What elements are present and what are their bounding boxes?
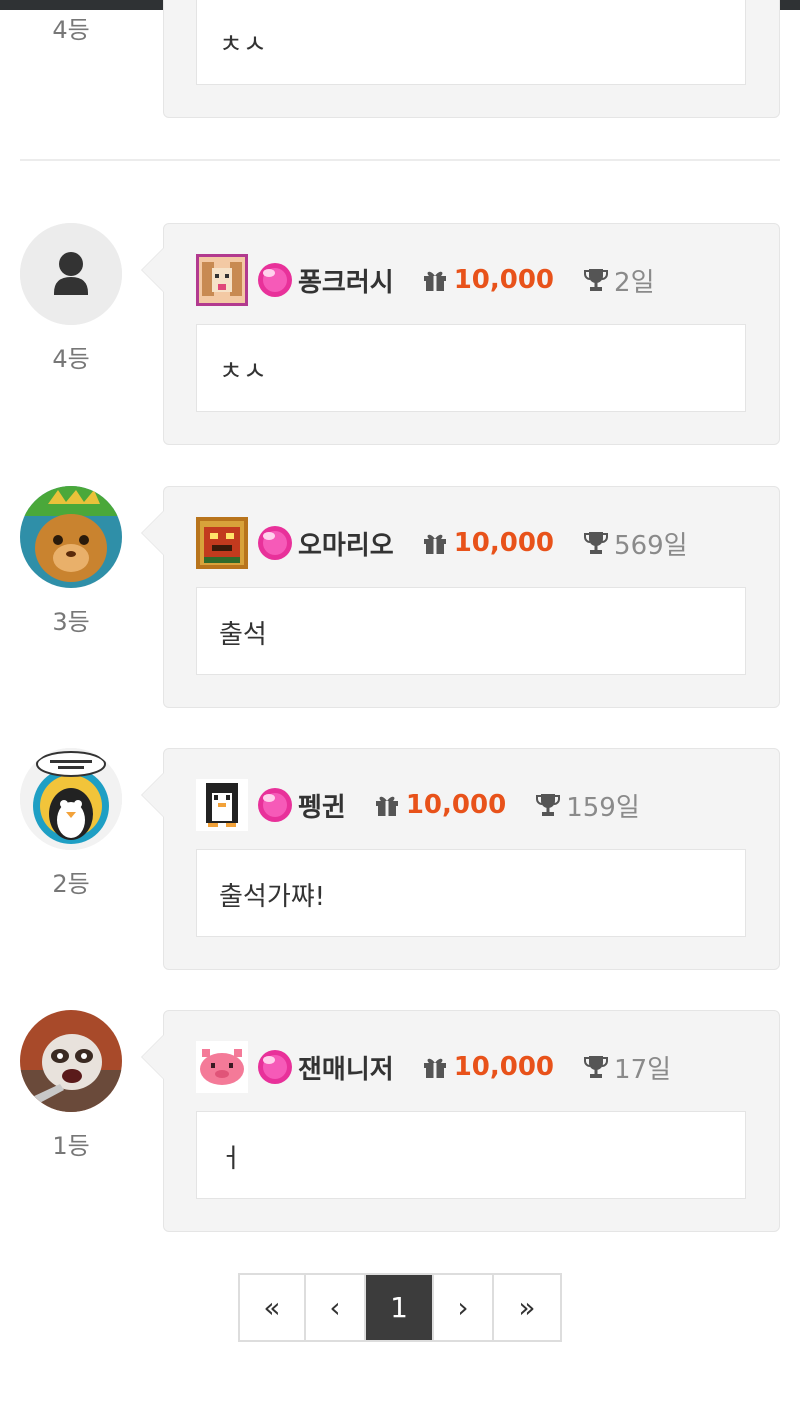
attendance-group: 159일 [534,787,640,824]
comment-text: ㅊㅅ [219,357,267,387]
comment-entry: 2등 펭귄 10,000 159일 출석가쨔! [0,748,800,970]
comment-header: 퐁크러시 10,000 2일 [196,254,655,306]
section-divider [20,159,780,161]
pink-gem-icon [258,1050,292,1084]
avatar-cat-photo [20,486,122,588]
attendance-group: 569일 [582,525,688,562]
pink-gem-icon [258,526,292,560]
attendance-days: 159일 [566,792,640,823]
comment-message-box: ㅊㅅ [196,324,746,412]
nickname[interactable]: 펭귄 [298,787,346,824]
points-group: 10,000 [422,1052,554,1082]
attendance-days: 2일 [614,267,655,298]
comment-message-box: 출석 [196,587,746,675]
pink-gem-icon [258,788,292,822]
page-1-button[interactable]: 1 [366,1275,434,1340]
gift-icon [423,534,446,554]
trophy-icon [584,532,609,554]
comment-text: 출석가쨔! [219,882,326,912]
points-group: 10,000 [374,790,506,820]
trophy-icon [536,794,561,816]
level-icon-dog [196,254,248,306]
gift-icon [423,271,446,291]
trophy-icon [584,1056,609,1078]
comment-message-box: ㅊㅅ [196,0,746,85]
points-group: 10,000 [422,528,554,558]
first-page-button[interactable]: « [240,1275,306,1340]
level-icon-penguin [196,779,248,831]
comment-header: 오마리오 10,000 569일 [196,517,688,569]
nickname[interactable]: 잰매니저 [298,1049,394,1086]
comment-message-box: ㅓ [196,1111,746,1199]
next-page-button[interactable]: › [434,1275,494,1340]
comment-entry: 3등 오마리오 10,000 569일 출석 [0,486,800,708]
avatar[interactable] [20,748,122,850]
comment-card: 잰매니저 10,000 17일 ㅓ [141,1010,780,1232]
nickname[interactable]: 퐁크러시 [298,262,394,299]
comment-text: 출석 [219,620,267,650]
points-amount: 10,000 [405,790,507,820]
attendance-group: 2일 [582,262,655,299]
attendance-days: 569일 [614,530,688,561]
comment-header: 펭귄 10,000 159일 [196,779,640,831]
points-amount: 10,000 [453,1052,555,1082]
comment-card: 퐁크러시 10,000 2일 ㅊㅅ [141,223,780,445]
comment-entry: 4등 퐁크러시 10,000 2일 ㅊㅅ [0,223,800,445]
level-icon-tiger [196,517,248,569]
points-amount: 10,000 [453,265,555,295]
rank-label: 4등 [52,345,90,373]
rank-label: 2등 [52,870,90,898]
comment-header: 잰매니저 10,000 17일 [196,1041,671,1093]
pagination: « ‹ 1 › » [238,1273,562,1342]
comment-text: ㅊㅅ [219,30,267,60]
last-page-button[interactable]: » [494,1275,560,1340]
avatar-raccoon-photo [20,1010,122,1112]
points-amount: 10,000 [453,528,555,558]
pink-gem-icon [258,263,292,297]
rank-label: 4등 [52,16,90,44]
comment-entry: 1등 잰매니저 10,000 17일 ㅓ [0,1010,800,1232]
avatar-penguin-icon [20,748,122,850]
gift-icon [423,1058,446,1078]
attendance-group: 17일 [582,1049,671,1086]
person-placeholder-icon [20,223,122,325]
trophy-icon [584,269,609,291]
rank-label: 1등 [52,1132,90,1160]
level-icon-pink-pig [196,1041,248,1093]
avatar[interactable] [20,1010,122,1112]
avatar[interactable] [20,223,122,325]
comment-card: ㅊㅅ [163,0,780,118]
comment-message-box: 출석가쨔! [196,849,746,937]
attendance-days: 17일 [614,1054,672,1085]
rank-label: 3등 [52,608,90,636]
gift-icon [375,796,398,816]
avatar[interactable] [20,486,122,588]
prev-page-button[interactable]: ‹ [306,1275,366,1340]
points-group: 10,000 [422,265,554,295]
comment-card: 펭귄 10,000 159일 출석가쨔! [141,748,780,970]
nickname[interactable]: 오마리오 [298,525,394,562]
comment-text: ㅓ [219,1144,243,1174]
comment-card: 오마리오 10,000 569일 출석 [141,486,780,708]
